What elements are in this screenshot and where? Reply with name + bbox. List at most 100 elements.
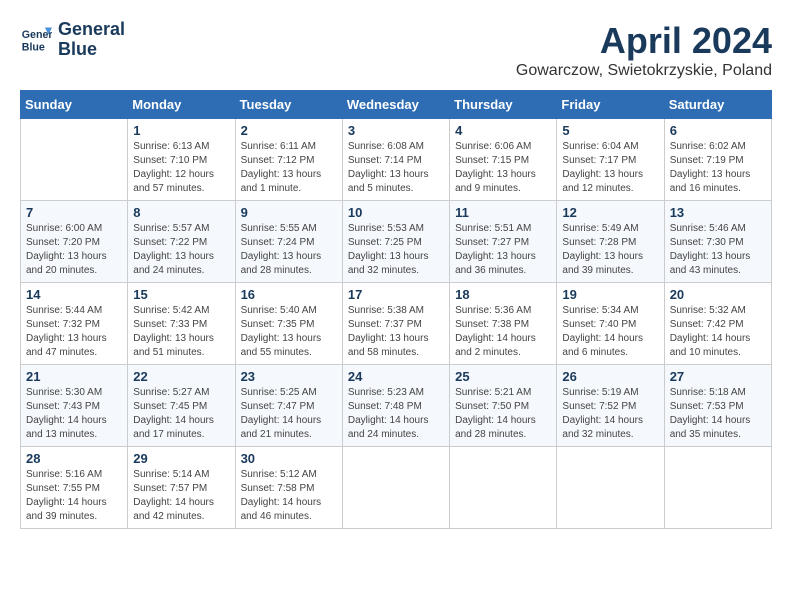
- calendar-week-4: 21 Sunrise: 5:30 AMSunset: 7:43 PMDayligh…: [21, 365, 772, 447]
- calendar-cell: 5 Sunrise: 6:04 AMSunset: 7:17 PMDaylight…: [557, 119, 664, 201]
- day-number: 9: [241, 205, 337, 220]
- day-number: 24: [348, 369, 444, 384]
- day-info: Sunrise: 5:51 AMSunset: 7:27 PMDaylight:…: [455, 222, 551, 278]
- calendar-body: 1 Sunrise: 6:13 AMSunset: 7:10 PMDaylight…: [21, 119, 772, 529]
- location: Gowarczow, Swietokrzyskie, Poland: [516, 62, 772, 80]
- calendar-cell: 13 Sunrise: 5:46 AMSunset: 7:30 PMDayligh…: [664, 201, 771, 283]
- logo: General Blue General Blue: [20, 20, 125, 60]
- calendar-cell: 10 Sunrise: 5:53 AMSunset: 7:25 PMDayligh…: [342, 201, 449, 283]
- day-number: 16: [241, 287, 337, 302]
- weekday-header-tuesday: Tuesday: [235, 91, 342, 119]
- calendar-cell: 21 Sunrise: 5:30 AMSunset: 7:43 PMDayligh…: [21, 365, 128, 447]
- calendar-week-3: 14Sunrise: 5:44 AMSunset: 7:32 PMDayligh…: [21, 283, 772, 365]
- calendar-table: SundayMondayTuesdayWednesdayThursdayFrid…: [20, 90, 772, 529]
- calendar-cell: [557, 447, 664, 529]
- calendar-cell: [342, 447, 449, 529]
- logo-line1: General: [58, 20, 125, 40]
- day-info: Sunrise: 5:49 AMSunset: 7:28 PMDaylight:…: [562, 222, 658, 278]
- calendar-cell: 26 Sunrise: 5:19 AMSunset: 7:52 PMDayligh…: [557, 365, 664, 447]
- calendar-cell: 12 Sunrise: 5:49 AMSunset: 7:28 PMDayligh…: [557, 201, 664, 283]
- day-number: 13: [670, 205, 766, 220]
- day-number: 20: [670, 287, 766, 302]
- calendar-week-1: 1 Sunrise: 6:13 AMSunset: 7:10 PMDaylight…: [21, 119, 772, 201]
- day-number: 5: [562, 123, 658, 138]
- day-number: 25: [455, 369, 551, 384]
- calendar-cell: 17Sunrise: 5:38 AMSunset: 7:37 PMDayligh…: [342, 283, 449, 365]
- day-number: 15: [133, 287, 229, 302]
- calendar-cell: 30 Sunrise: 5:12 AMSunset: 7:58 PMDayligh…: [235, 447, 342, 529]
- day-info: Sunrise: 5:42 AMSunset: 7:33 PMDaylight:…: [133, 304, 229, 360]
- calendar-cell: [664, 447, 771, 529]
- svg-text:Blue: Blue: [22, 41, 45, 53]
- calendar-cell: 27 Sunrise: 5:18 AMSunset: 7:53 PMDayligh…: [664, 365, 771, 447]
- day-number: 21: [26, 369, 122, 384]
- weekday-header-sunday: Sunday: [21, 91, 128, 119]
- day-number: 29: [133, 451, 229, 466]
- day-info: Sunrise: 5:46 AMSunset: 7:30 PMDaylight:…: [670, 222, 766, 278]
- calendar-cell: 24Sunrise: 5:23 AMSunset: 7:48 PMDayligh…: [342, 365, 449, 447]
- calendar-cell: 6Sunrise: 6:02 AMSunset: 7:19 PMDaylight…: [664, 119, 771, 201]
- day-info: Sunrise: 5:21 AMSunset: 7:50 PMDaylight:…: [455, 386, 551, 442]
- calendar-cell: 23 Sunrise: 5:25 AMSunset: 7:47 PMDayligh…: [235, 365, 342, 447]
- day-info: Sunrise: 5:19 AMSunset: 7:52 PMDaylight:…: [562, 386, 658, 442]
- day-number: 14: [26, 287, 122, 302]
- calendar-cell: [21, 119, 128, 201]
- day-number: 17: [348, 287, 444, 302]
- day-info: Sunrise: 5:53 AMSunset: 7:25 PMDaylight:…: [348, 222, 444, 278]
- logo-line2: Blue: [58, 40, 125, 60]
- weekday-header-wednesday: Wednesday: [342, 91, 449, 119]
- day-number: 26: [562, 369, 658, 384]
- day-number: 30: [241, 451, 337, 466]
- day-info: Sunrise: 6:00 AMSunset: 7:20 PMDaylight:…: [26, 222, 122, 278]
- calendar-cell: 28Sunrise: 5:16 AMSunset: 7:55 PMDayligh…: [21, 447, 128, 529]
- calendar-cell: 9 Sunrise: 5:55 AMSunset: 7:24 PMDaylight…: [235, 201, 342, 283]
- day-info: Sunrise: 6:06 AMSunset: 7:15 PMDaylight:…: [455, 140, 551, 196]
- logo-text: General Blue: [58, 20, 125, 60]
- day-number: 12: [562, 205, 658, 220]
- calendar-cell: 14Sunrise: 5:44 AMSunset: 7:32 PMDayligh…: [21, 283, 128, 365]
- day-info: Sunrise: 5:40 AMSunset: 7:35 PMDaylight:…: [241, 304, 337, 360]
- day-number: 6: [670, 123, 766, 138]
- day-number: 23: [241, 369, 337, 384]
- day-number: 27: [670, 369, 766, 384]
- logo-icon: General Blue: [20, 24, 52, 56]
- day-info: Sunrise: 6:04 AMSunset: 7:17 PMDaylight:…: [562, 140, 658, 196]
- day-info: Sunrise: 5:57 AMSunset: 7:22 PMDaylight:…: [133, 222, 229, 278]
- day-info: Sunrise: 5:25 AMSunset: 7:47 PMDaylight:…: [241, 386, 337, 442]
- day-info: Sunrise: 6:13 AMSunset: 7:10 PMDaylight:…: [133, 140, 229, 196]
- day-info: Sunrise: 5:32 AMSunset: 7:42 PMDaylight:…: [670, 304, 766, 360]
- day-info: Sunrise: 5:30 AMSunset: 7:43 PMDaylight:…: [26, 386, 122, 442]
- day-info: Sunrise: 5:18 AMSunset: 7:53 PMDaylight:…: [670, 386, 766, 442]
- calendar-cell: 11 Sunrise: 5:51 AMSunset: 7:27 PMDayligh…: [450, 201, 557, 283]
- calendar-cell: 1 Sunrise: 6:13 AMSunset: 7:10 PMDaylight…: [128, 119, 235, 201]
- calendar-cell: 20 Sunrise: 5:32 AMSunset: 7:42 PMDayligh…: [664, 283, 771, 365]
- weekday-header-thursday: Thursday: [450, 91, 557, 119]
- day-info: Sunrise: 6:11 AMSunset: 7:12 PMDaylight:…: [241, 140, 337, 196]
- page-header: General Blue General Blue April 2024 Gow…: [20, 20, 772, 80]
- weekday-header-friday: Friday: [557, 91, 664, 119]
- day-info: Sunrise: 5:55 AMSunset: 7:24 PMDaylight:…: [241, 222, 337, 278]
- day-number: 8: [133, 205, 229, 220]
- weekday-header-monday: Monday: [128, 91, 235, 119]
- day-number: 22: [133, 369, 229, 384]
- calendar-cell: 7Sunrise: 6:00 AMSunset: 7:20 PMDaylight…: [21, 201, 128, 283]
- day-info: Sunrise: 5:14 AMSunset: 7:57 PMDaylight:…: [133, 468, 229, 524]
- day-number: 2: [241, 123, 337, 138]
- calendar-cell: 19 Sunrise: 5:34 AMSunset: 7:40 PMDayligh…: [557, 283, 664, 365]
- calendar-cell: 4 Sunrise: 6:06 AMSunset: 7:15 PMDaylight…: [450, 119, 557, 201]
- day-number: 10: [348, 205, 444, 220]
- day-number: 18: [455, 287, 551, 302]
- day-number: 4: [455, 123, 551, 138]
- calendar-cell: 8 Sunrise: 5:57 AMSunset: 7:22 PMDaylight…: [128, 201, 235, 283]
- day-info: Sunrise: 5:12 AMSunset: 7:58 PMDaylight:…: [241, 468, 337, 524]
- day-info: Sunrise: 5:16 AMSunset: 7:55 PMDaylight:…: [26, 468, 122, 524]
- calendar-cell: 18 Sunrise: 5:36 AMSunset: 7:38 PMDayligh…: [450, 283, 557, 365]
- day-info: Sunrise: 5:36 AMSunset: 7:38 PMDaylight:…: [455, 304, 551, 360]
- day-number: 1: [133, 123, 229, 138]
- calendar-week-5: 28Sunrise: 5:16 AMSunset: 7:55 PMDayligh…: [21, 447, 772, 529]
- day-number: 11: [455, 205, 551, 220]
- calendar-header: SundayMondayTuesdayWednesdayThursdayFrid…: [21, 91, 772, 119]
- day-info: Sunrise: 5:34 AMSunset: 7:40 PMDaylight:…: [562, 304, 658, 360]
- weekday-header-saturday: Saturday: [664, 91, 771, 119]
- day-number: 19: [562, 287, 658, 302]
